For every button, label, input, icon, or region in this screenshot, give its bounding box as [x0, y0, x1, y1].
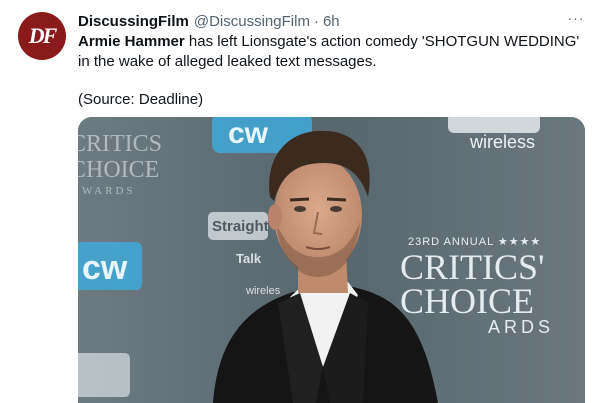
- backdrop-straight: Straight: [212, 218, 269, 235]
- backdrop-choice: CHOICE: [400, 281, 534, 321]
- user-handle[interactable]: @DiscussingFilm: [194, 13, 310, 30]
- backdrop-choice-left: CHOICE: [78, 157, 159, 183]
- avatar[interactable]: DF: [18, 12, 66, 60]
- tweet-header: DiscussingFilm @DiscussingFilm · 6h: [78, 11, 340, 31]
- tweet[interactable]: DF DiscussingFilm @DiscussingFilm · 6h ·…: [0, 0, 601, 403]
- backdrop-awards: ARDS: [488, 317, 554, 337]
- display-name[interactable]: DiscussingFilm: [78, 13, 189, 30]
- more-options-icon[interactable]: ···: [565, 10, 587, 26]
- tweet-bold-name: Armie Hammer: [78, 33, 185, 50]
- backdrop-cw-left: cw: [82, 249, 128, 287]
- backdrop-critics-left: CRITICS: [78, 131, 162, 157]
- tweet-photo[interactable]: CRITICS CHOICE WARDS cw cw Straight Talk…: [78, 117, 585, 403]
- backdrop-cw-top: cw: [228, 117, 269, 150]
- photo-illustration: CRITICS CHOICE WARDS cw cw Straight Talk…: [78, 117, 585, 403]
- backdrop-wireless: wireless: [469, 132, 535, 152]
- backdrop-talk: Talk: [236, 251, 262, 266]
- separator-dot: ·: [313, 12, 319, 30]
- discussingfilm-logo: DF: [28, 23, 58, 48]
- tweet-source: (Source: Deadline): [78, 91, 204, 108]
- backdrop-wireless-small: wireles: [245, 285, 281, 297]
- timestamp[interactable]: 6h: [323, 13, 340, 30]
- backdrop-awards-left: WARDS: [82, 185, 136, 197]
- tweet-text: Armie Hammer has left Lionsgate's action…: [78, 32, 588, 72]
